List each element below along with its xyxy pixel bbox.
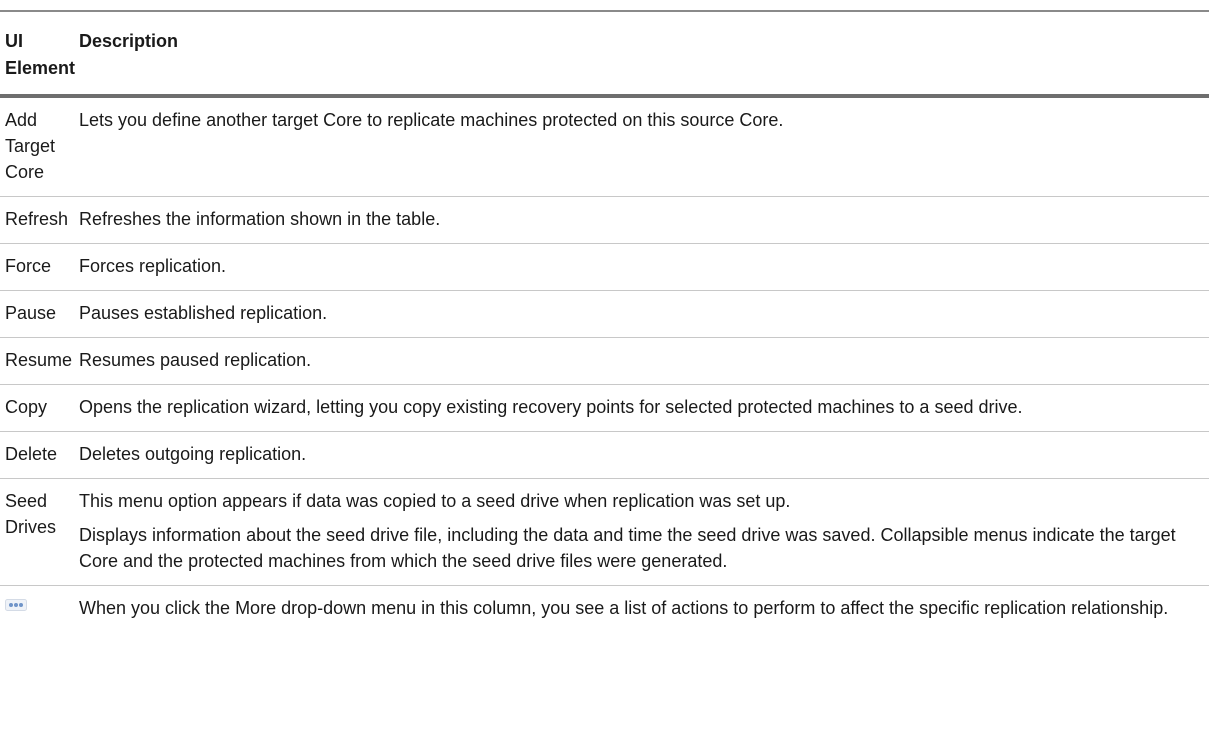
table-row: Seed Drives This menu option appears if … [0,479,1209,586]
description-cell: Forces replication. [79,244,1209,291]
ui-element-cell: Force [5,256,52,276]
table-body: Add Target Core Lets you define another … [0,96,1209,632]
description-text: Forces replication. [79,256,227,276]
table-row: Resume Resumes paused replication. [0,338,1209,385]
description-text: Refreshes the information shown in the t… [79,209,441,229]
table-header: UI Element Description [0,11,1209,96]
description-text: Opens the replication wizard, letting yo… [79,397,1023,417]
description-cell: Deletes outgoing replication. [79,432,1209,479]
description-cell: Pauses established replication. [79,291,1209,338]
table-row: Delete Deletes outgoing replication. [0,432,1209,479]
description-cell: Lets you define another target Core to r… [79,96,1209,197]
ui-element-cell: Delete [5,444,58,464]
column-header-description: Description [79,31,179,51]
description-cell: This menu option appears if data was cop… [79,479,1209,586]
description-text: When you click the More drop-down menu i… [79,598,1169,618]
description-cell: When you click the More drop-down menu i… [79,586,1209,633]
ui-elements-table: UI Element Description Add Target Core L… [0,10,1209,632]
description-cell: Resumes paused replication. [79,338,1209,385]
table-row: Refresh Refreshes the information shown … [0,197,1209,244]
table-row: When you click the More drop-down menu i… [0,586,1209,633]
description-text: Pauses established replication. [79,303,328,323]
ui-element-cell: Resume [5,350,73,370]
ui-element-cell: Refresh [5,209,69,229]
description-text: Lets you define another target Core to r… [79,110,784,130]
ui-element-cell [0,586,79,633]
table-row: Force Forces replication. [0,244,1209,291]
more-dots-icon [5,599,27,611]
table-row: Copy Opens the replication wizard, letti… [0,385,1209,432]
table-row: Add Target Core Lets you define another … [0,96,1209,197]
description-cell: Opens the replication wizard, letting yo… [79,385,1209,432]
ui-element-cell: Seed Drives [5,491,57,537]
description-text: Resumes paused replication. [79,350,312,370]
ui-element-cell: Add Target Core [5,110,56,182]
ui-element-cell: Pause [5,303,57,323]
description-text: This menu option appears if data was cop… [79,491,791,511]
description-text: Deletes outgoing replication. [79,444,307,464]
header-row: UI Element Description [0,11,1209,96]
description-cell: Refreshes the information shown in the t… [79,197,1209,244]
column-header-ui-element: UI Element [5,31,76,78]
ui-element-cell: Copy [5,397,48,417]
description-text: Displays information about the seed driv… [79,525,1176,571]
table-row: Pause Pauses established replication. [0,291,1209,338]
